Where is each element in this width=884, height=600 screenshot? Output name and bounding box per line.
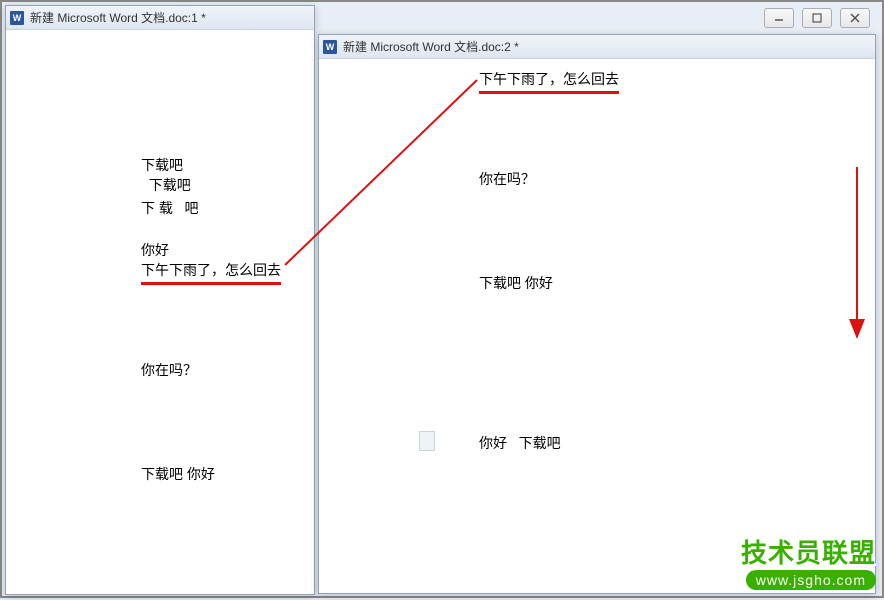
watermark-url: www.jsgho.com <box>746 570 876 590</box>
page-2: 下午下雨了，怎么回去 你在吗？ 下载吧 你好 你好 下载吧 <box>339 69 855 583</box>
maximize-button[interactable] <box>802 8 832 28</box>
text-line: 下载吧 你好 <box>141 464 215 484</box>
window-title-2: 新建 Microsoft Word 文档.doc:2 * <box>343 38 519 55</box>
text-line: 你在吗？ <box>141 360 197 380</box>
window-title-1: 新建 Microsoft Word 文档.doc:1 * <box>30 9 206 26</box>
page-break-icon <box>419 431 435 451</box>
watermark: 技术员联盟 www.jsgho.com <box>741 533 876 590</box>
word-window-2[interactable]: W 新建 Microsoft Word 文档.doc:2 * 下午下雨了，怎么回… <box>318 34 876 594</box>
document-body-1[interactable]: 下载吧 下载吧 下 载 吧 你好 下午下雨了，怎么回去 你在吗？ 下载吧 你好 <box>6 30 314 594</box>
text-line: 你在吗？ <box>479 169 535 189</box>
close-button[interactable] <box>840 8 870 28</box>
page-1: 下载吧 下载吧 下 载 吧 你好 下午下雨了，怎么回去 你在吗？ 下载吧 你好 <box>26 40 294 584</box>
text-line-highlighted: 下午下雨了，怎么回去 <box>479 69 619 94</box>
watermark-title: 技术员联盟 <box>741 533 876 570</box>
text-line: 下载吧 <box>141 155 183 175</box>
text-line: 你好 下载吧 <box>479 433 561 453</box>
titlebar-2[interactable]: W 新建 Microsoft Word 文档.doc:2 * <box>319 35 875 59</box>
minimize-button[interactable] <box>764 8 794 28</box>
text-line: 你好 <box>141 240 169 260</box>
word-icon: W <box>323 40 337 54</box>
word-icon: W <box>10 11 24 25</box>
document-body-2[interactable]: 下午下雨了，怎么回去 你在吗？ 下载吧 你好 你好 下载吧 <box>319 59 875 593</box>
text-line-highlighted: 下午下雨了，怎么回去 <box>141 260 281 285</box>
titlebar-1[interactable]: W 新建 Microsoft Word 文档.doc:1 * <box>6 6 314 30</box>
text-line: 下载吧 <box>141 175 191 195</box>
text-line: 下载吧 你好 <box>479 273 553 293</box>
word-window-1[interactable]: W 新建 Microsoft Word 文档.doc:1 * 下载吧 下载吧 下… <box>5 5 315 595</box>
text-line: 下 载 吧 <box>141 198 199 218</box>
window-controls <box>764 8 870 28</box>
